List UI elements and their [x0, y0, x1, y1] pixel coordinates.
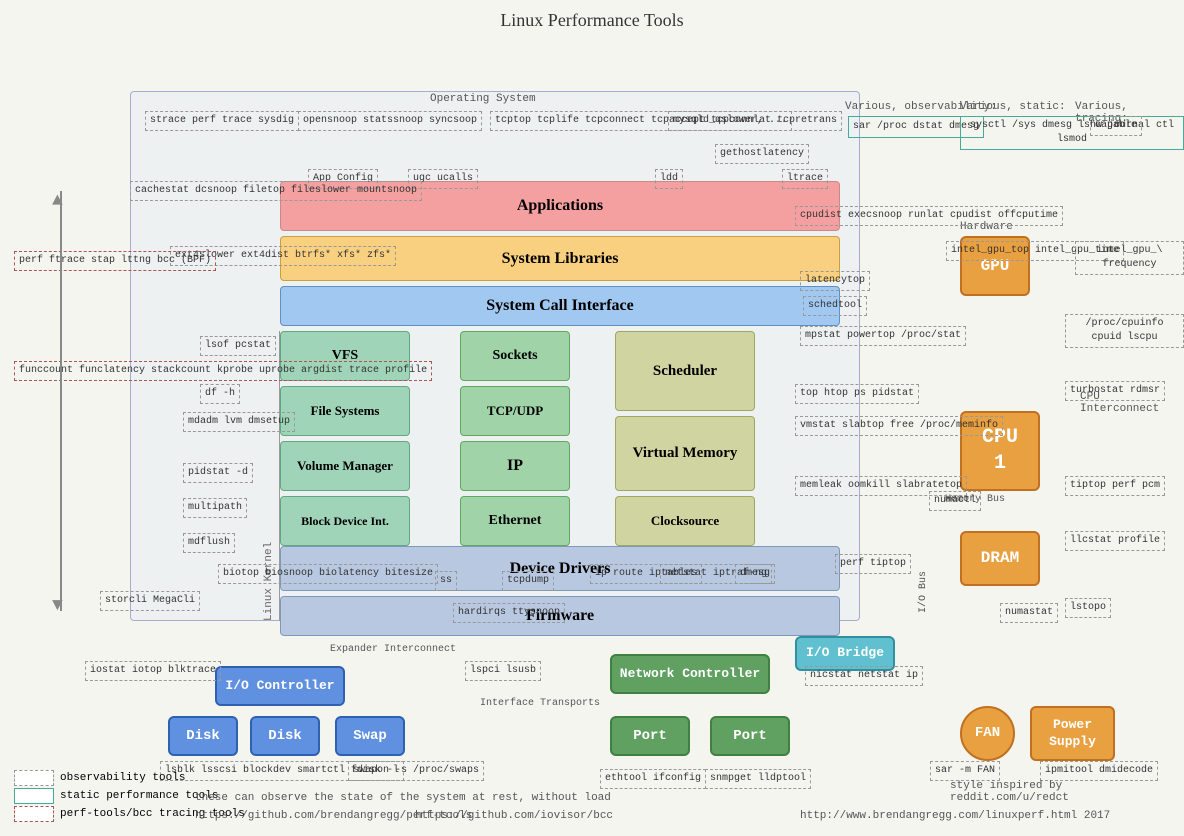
- tool-tiptop-perf: tiptop perf pcm: [1065, 476, 1165, 496]
- tool-ldd: ldd: [655, 169, 683, 189]
- expander-interconnect-label: Expander Interconnect: [330, 644, 456, 655]
- swap-block: Swap: [335, 716, 405, 756]
- clocksource-block: Clocksource: [615, 496, 755, 546]
- scheduler-block: Scheduler: [615, 331, 755, 411]
- ip-block: IP: [460, 441, 570, 491]
- sockets-block: Sockets: [460, 331, 570, 381]
- file-systems-block: File Systems: [280, 386, 410, 436]
- tool-gethostlatency: gethostlatency: [715, 144, 809, 164]
- tool-hardirqs: hardirqs ttysnoop: [453, 603, 565, 623]
- tool-lspci: lspci lsusb: [465, 661, 541, 681]
- tool-top-htop: top htop ps pidstat: [795, 384, 919, 404]
- tool-nicstat: nicstat netstat ip: [805, 666, 923, 686]
- tool-tcpdump: tcpdump: [502, 571, 554, 591]
- tool-sar-fan: sar -m FAN: [930, 761, 1000, 781]
- tool-lsof: lsof pcstat: [200, 336, 276, 356]
- tool-cpudist: cpudist execsnoop runlat cpudist offcput…: [795, 206, 1063, 226]
- tool-llcstat: llcstat profile: [1065, 531, 1165, 551]
- tool-proc-cpuinfo: /proc/cpuinfo cpuid lscpu: [1065, 314, 1184, 348]
- tool-funccount: funccount funclatency stackcount kprobe …: [14, 361, 432, 381]
- tool-lstopo: lstopo: [1065, 598, 1111, 618]
- virtual-memory-block: Virtual Memory: [615, 416, 755, 491]
- tool-intel-gpu-freq: intel_gpu_\ frequency: [1075, 241, 1184, 275]
- tool-pidstat-d: pidstat -d: [183, 463, 253, 483]
- tool-mdadm: mdadm lvm dmsetup: [183, 412, 295, 432]
- page-title: Linux Performance Tools: [0, 0, 1184, 36]
- tool-ltrace: ltrace: [782, 169, 828, 189]
- tool-mpstat: mpstat powertop /proc/stat: [800, 326, 966, 346]
- tool-strace: strace perf trace sysdig: [145, 111, 299, 131]
- dram-block: DRAM: [960, 531, 1040, 586]
- tool-mysqld: mysqld_qslower, ...: [668, 111, 792, 131]
- system-call-block: System Call Interface: [280, 286, 840, 326]
- tool-sysctl: sysctl /sys dmesg lshw journal ctl lsmod: [960, 116, 1184, 150]
- tool-mdflush: mdflush: [183, 533, 235, 553]
- tool-turbostat: turbostat rdmsr: [1065, 381, 1165, 401]
- port2-block: Port: [710, 716, 790, 756]
- linuxperf-link[interactable]: http://www.brendangregg.com/linuxperf.ht…: [800, 810, 1110, 822]
- left-arrow-line: [60, 191, 62, 611]
- block-device-block: Block Device Int.: [280, 496, 410, 546]
- tool-iostat: iostat iotop blktrace: [85, 661, 221, 681]
- io-controller-block: I/O Controller: [215, 666, 345, 706]
- tool-capable: capable: [1090, 116, 1142, 136]
- disk1-block: Disk: [168, 716, 238, 756]
- port1-block: Port: [610, 716, 690, 756]
- tool-ethtool: ethtool ifconfig: [600, 769, 706, 789]
- various-static-label: Various, static:: [960, 101, 1066, 113]
- tool-df-h: df -h: [200, 384, 240, 404]
- tool-numactl: numactl: [929, 491, 981, 511]
- tool-biotop: biotop biosnoop biolatency bitesize: [218, 564, 438, 584]
- io-bus-label: I/O Bus: [918, 571, 929, 613]
- tool-ipmitool: ipmitool dmidecode: [1040, 761, 1158, 781]
- disk2-block: Disk: [250, 716, 320, 756]
- up-arrow: ▲: [52, 191, 63, 211]
- tool-ss: ss: [435, 571, 457, 591]
- tool-snmpget: snmpget lldptool: [705, 769, 811, 789]
- volume-manager-block: Volume Manager: [280, 441, 410, 491]
- fan-block: FAN: [960, 706, 1015, 761]
- tool-swapon: swapon -s /proc/swaps: [348, 761, 484, 781]
- tool-cachestat: cachestat dcsnoop filetop fileslower mou…: [130, 181, 422, 201]
- tool-perf-ftrace: perf ftrace stap lttng bcc (BPF): [14, 251, 216, 271]
- network-controller-block: Network Controller: [610, 654, 770, 694]
- tool-perf-tiptop: perf tiptop: [835, 554, 911, 574]
- down-arrow: ▼: [52, 596, 63, 616]
- legend-perf-box: [14, 806, 54, 822]
- power-supply-block: Power Supply: [1030, 706, 1115, 761]
- credit-label: style inspired by reddit.com/u/redct: [950, 780, 1184, 804]
- tcp-udp-block: TCP/UDP: [460, 386, 570, 436]
- tool-opensnoop: opensnoop statssnoop syncsoop: [298, 111, 482, 131]
- tool-multipath: multipath: [183, 498, 247, 518]
- tool-storcli: storcli MegaCli: [100, 591, 200, 611]
- os-label: Operating System: [430, 93, 536, 105]
- static-description: these can observe the state of the syste…: [195, 792, 611, 804]
- diagram-container: Operating System Various, observability:…: [0, 36, 1184, 836]
- tool-schedtool: schedtool: [803, 296, 867, 316]
- tool-vmstat: vmstat slabtop free /proc/meminfo: [795, 416, 1003, 436]
- tool-latencytop: latencytop: [800, 271, 870, 291]
- legend-static-box: [14, 788, 54, 804]
- ethernet-block: Ethernet: [460, 496, 570, 546]
- legend-obs-box: [14, 770, 54, 786]
- legend-static: static performance tools: [14, 788, 218, 804]
- tool-dmesg: dmesg: [735, 564, 775, 584]
- tool-numastat: numastat: [1000, 603, 1058, 623]
- legend-observability: observability tools: [14, 770, 185, 786]
- bcc-link[interactable]: https://github.com/iovisor/bcc: [415, 810, 613, 822]
- interface-transports-label: Interface Transports: [480, 698, 600, 709]
